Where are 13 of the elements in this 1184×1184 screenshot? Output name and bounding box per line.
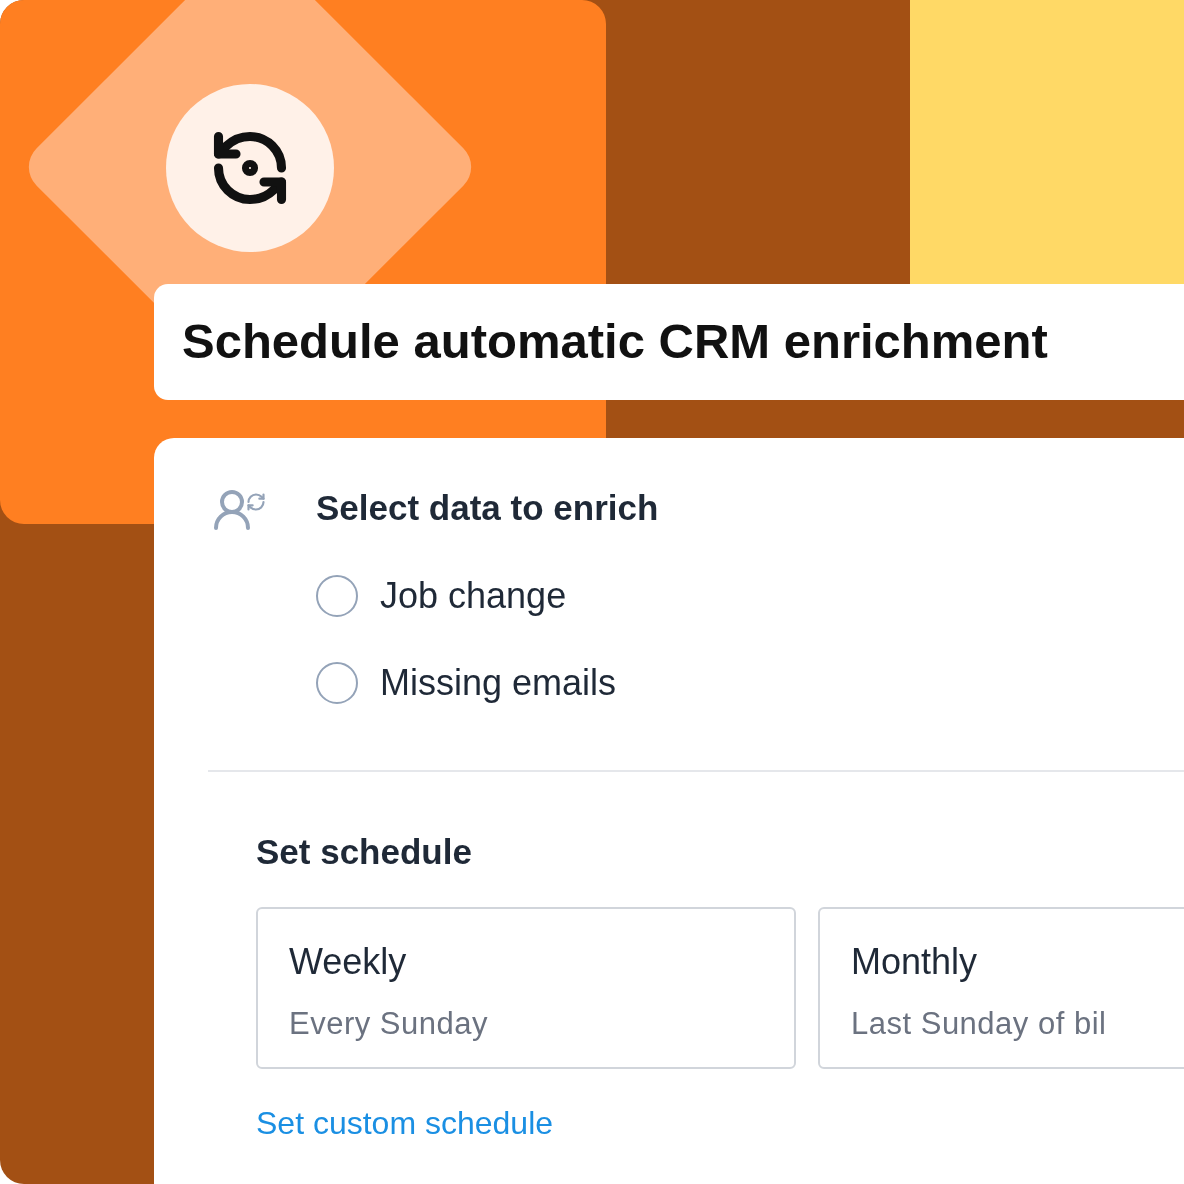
section-heading: Select data to enrich [316,488,659,528]
page-title: Schedule automatic CRM enrichment [182,313,1048,371]
option-title: Weekly [289,941,407,983]
radio-option[interactable]: Job change [316,575,659,617]
option-description: Last Sunday of bil [851,1005,1107,1043]
schedule-option[interactable]: Weekly Every Sunday [256,907,796,1069]
option-title: Monthly [851,941,978,983]
radio-button[interactable] [316,662,358,704]
section-heading: Set schedule [256,832,473,872]
radio-option[interactable]: Missing emails [316,662,659,704]
radio-button[interactable] [316,575,358,617]
schedule-option[interactable]: Monthly Last Sunday of bil [818,907,1184,1069]
option-description: Every Sunday [289,1005,488,1043]
